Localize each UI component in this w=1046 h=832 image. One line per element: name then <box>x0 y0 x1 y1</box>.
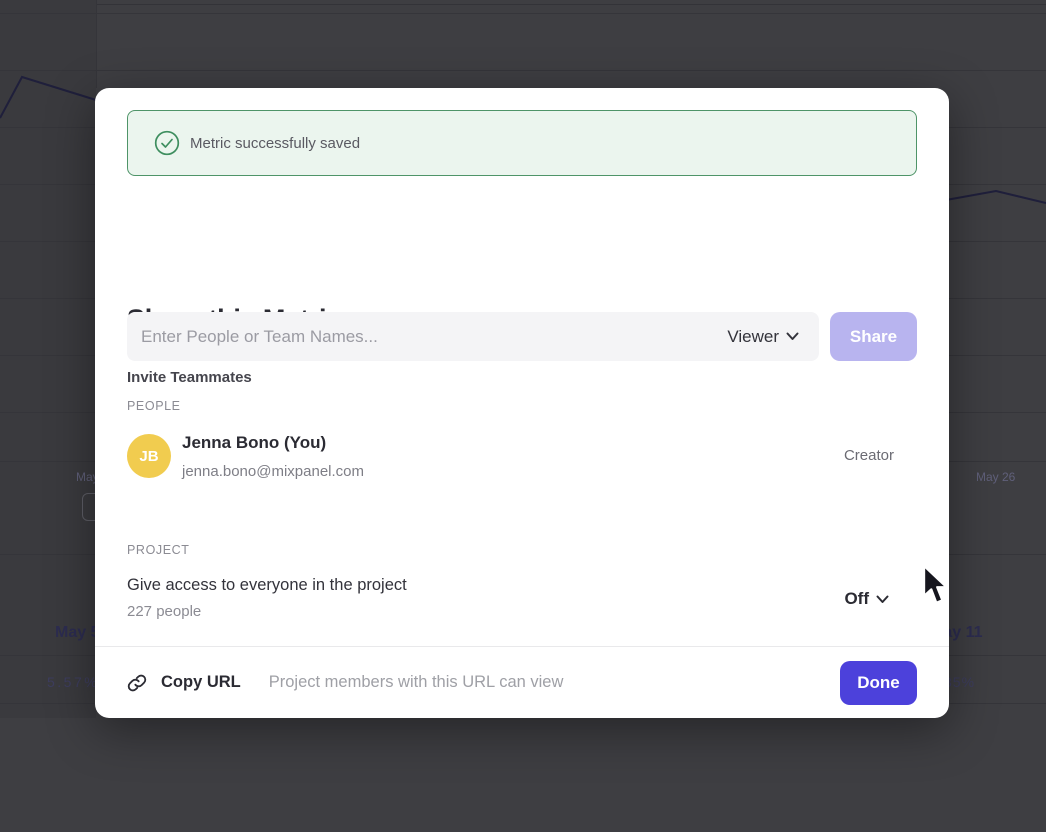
table-cell-value: 5.57% <box>47 674 99 690</box>
people-section-label: PEOPLE <box>127 399 181 413</box>
invite-input-container[interactable]: Viewer <box>127 312 819 361</box>
chart-x-tick-label: May 26 <box>976 470 1015 484</box>
share-button[interactable]: Share <box>830 312 917 361</box>
chevron-down-icon <box>786 332 799 341</box>
invite-row: Viewer Share <box>127 312 917 361</box>
done-button[interactable]: Done <box>840 661 917 705</box>
invite-input[interactable] <box>141 327 719 347</box>
background-sidebar-column <box>0 0 96 718</box>
project-access-value: Off <box>844 589 869 609</box>
screen: { "background": { "chart": { "x_label_le… <box>0 0 1046 832</box>
project-access-dropdown[interactable]: Off <box>844 589 889 609</box>
background-column-divider <box>96 0 97 88</box>
avatar: JB <box>127 434 171 478</box>
avatar-initials: JB <box>139 448 158 465</box>
check-circle-icon <box>154 130 180 156</box>
background-panel-top-border <box>96 4 1046 5</box>
share-metric-modal: Metric successfully saved Share this Met… <box>95 88 949 718</box>
invite-teammates-label: Invite Teammates <box>127 369 252 386</box>
background-gridline <box>0 70 1046 71</box>
link-icon <box>127 673 147 693</box>
chevron-down-icon <box>876 595 889 604</box>
success-banner: Metric successfully saved <box>127 110 917 176</box>
role-dropdown-value: Viewer <box>727 327 779 347</box>
copy-url-hint: Project members with this URL can view <box>269 673 564 692</box>
project-section-label: PROJECT <box>127 543 190 557</box>
role-dropdown[interactable]: Viewer <box>727 327 805 347</box>
modal-footer: Copy URL Project members with this URL c… <box>95 646 949 718</box>
person-email: jenna.bono@mixpanel.com <box>182 463 364 480</box>
table-header-date: May 5 <box>55 624 99 642</box>
person-name: Jenna Bono (You) <box>182 433 326 453</box>
person-role: Creator <box>844 447 894 464</box>
copy-url-button[interactable]: Copy URL <box>161 673 241 692</box>
project-people-count: 227 people <box>127 603 201 620</box>
background-gridline <box>0 13 1046 14</box>
project-access-title: Give access to everyone in the project <box>127 576 407 595</box>
success-banner-text: Metric successfully saved <box>190 135 360 152</box>
